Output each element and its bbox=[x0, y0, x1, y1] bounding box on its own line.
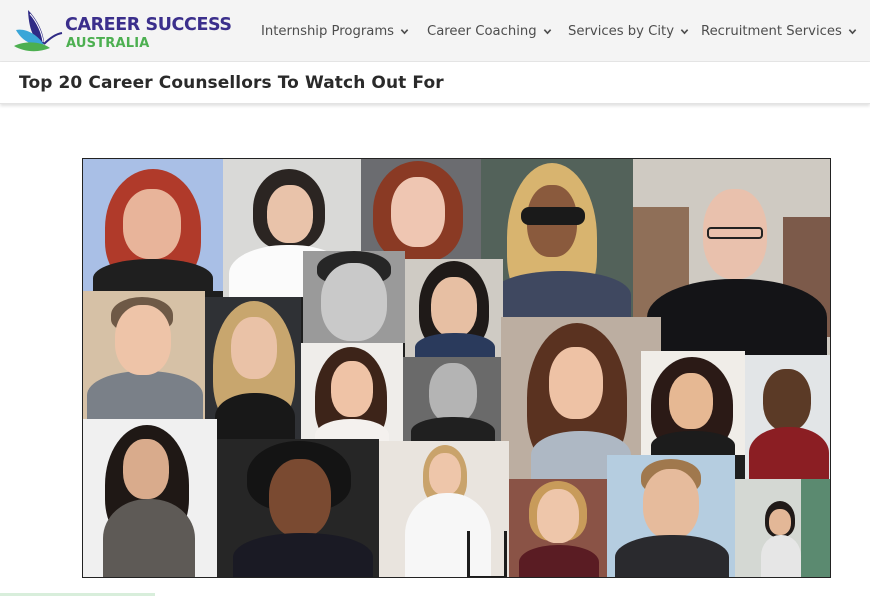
portrait-photo bbox=[83, 159, 223, 291]
portrait-photo bbox=[83, 291, 205, 419]
nav-services-by-city[interactable]: Services by City bbox=[568, 21, 689, 41]
portrait-photo bbox=[509, 479, 607, 577]
main-nav: Internship Programs Career Coaching Serv… bbox=[0, 21, 870, 41]
site-header: CAREER SUCCESS AUSTRALIA Internship Prog… bbox=[0, 0, 870, 62]
portrait-photo bbox=[379, 441, 509, 577]
nav-internship-programs[interactable]: Internship Programs bbox=[261, 21, 409, 41]
nav-label: Internship Programs bbox=[261, 23, 395, 39]
portrait-photo bbox=[301, 343, 403, 451]
counsellors-photo-collage bbox=[82, 158, 831, 578]
portrait-photo bbox=[745, 355, 830, 479]
chevron-down-icon bbox=[848, 28, 857, 34]
nav-label: Recruitment Services bbox=[701, 23, 842, 39]
portrait-photo bbox=[641, 351, 745, 455]
nav-label: Services by City bbox=[568, 23, 675, 39]
chevron-down-icon bbox=[543, 28, 551, 34]
page-title: Top 20 Career Counsellors To Watch Out F… bbox=[19, 73, 444, 93]
portrait-photo bbox=[735, 479, 830, 577]
portrait-photo bbox=[361, 159, 481, 259]
title-bar: Top 20 Career Counsellors To Watch Out F… bbox=[0, 62, 870, 104]
portrait-photo bbox=[303, 251, 405, 343]
nav-career-coaching[interactable]: Career Coaching bbox=[427, 21, 552, 41]
chevron-down-icon bbox=[400, 28, 409, 34]
chevron-down-icon bbox=[680, 28, 689, 34]
portrait-photo bbox=[403, 357, 501, 441]
portrait-photo bbox=[217, 439, 379, 577]
portrait-photo bbox=[405, 259, 503, 357]
portrait-photo bbox=[607, 455, 735, 577]
portrait-photo bbox=[83, 419, 217, 577]
nav-recruitment-services[interactable]: Recruitment Services bbox=[701, 21, 857, 41]
portrait-photo bbox=[633, 159, 830, 355]
nav-label: Career Coaching bbox=[427, 23, 537, 39]
portrait-photo bbox=[481, 159, 633, 317]
portrait-photo bbox=[205, 297, 301, 439]
